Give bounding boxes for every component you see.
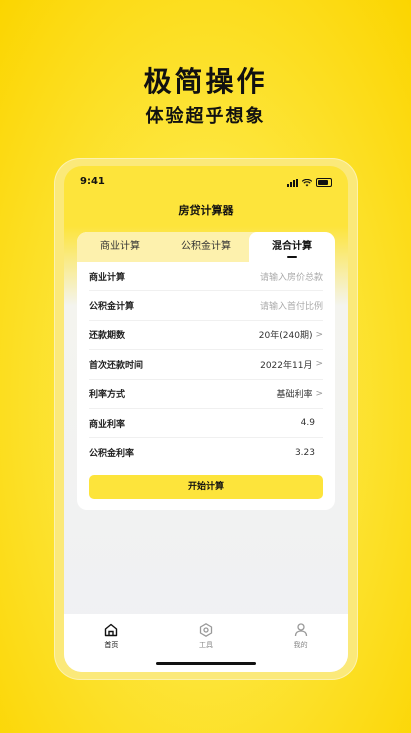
row-repayment-periods[interactable]: 还款期数 20年(240期) >	[89, 321, 323, 351]
first-payment-date-value: 2022年11月	[260, 360, 313, 371]
tabbar-item-tools[interactable]: 工具	[176, 622, 236, 650]
home-icon	[105, 623, 118, 637]
tools-icon	[199, 623, 213, 637]
promo-headline: 极简操作	[143, 65, 268, 98]
signal-icon	[287, 179, 298, 187]
status-time: 9:41	[80, 176, 105, 187]
phone-screen: 9:41 房贷计算器 商业计算 公积金计算 混合计算 商业计算 请输入房价总款	[64, 166, 348, 672]
provident-rate-input[interactable]: 3.23	[295, 448, 323, 458]
row-commercial-rate[interactable]: 商业利率 4.9	[89, 409, 323, 439]
tabbar-item-home[interactable]: 首页	[81, 622, 141, 650]
row-value: 20年(240期) >	[258, 328, 323, 342]
row-label: 公积金计算	[89, 302, 135, 313]
row-value: 2022年11月 >	[260, 358, 323, 371]
tab-commercial[interactable]: 商业计算	[77, 232, 163, 262]
tabbar-label: 工具	[198, 641, 213, 649]
form-rows: 商业计算 请输入房价总款 公积金计算 请输入首付比例 还款期数 20年(240期…	[77, 262, 335, 467]
tab-combined[interactable]: 混合计算	[249, 232, 335, 262]
bottom-tab-bar: 首页 工具 我的	[64, 614, 348, 672]
row-label: 还款期数	[89, 331, 126, 342]
tabbar-item-profile[interactable]: 我的	[271, 622, 331, 650]
home-indicator	[156, 662, 256, 665]
repayment-periods-value: 20年(240期)	[258, 331, 313, 342]
row-label: 商业利率	[89, 419, 126, 430]
calc-tabs: 商业计算 公积金计算 混合计算	[77, 232, 335, 262]
battery-icon	[316, 178, 332, 187]
row-provident-amount[interactable]: 公积金计算 请输入首付比例	[89, 291, 323, 321]
row-label: 商业计算	[89, 272, 126, 283]
house-price-input[interactable]: 请输入房价总款	[260, 270, 323, 283]
row-commercial-amount[interactable]: 商业计算 请输入房价总款	[89, 262, 323, 292]
chevron-right-icon: >	[315, 388, 323, 399]
tabbar-label: 首页	[104, 641, 119, 649]
profile-icon	[294, 623, 307, 637]
calculator-card: 商业计算 公积金计算 混合计算 商业计算 请输入房价总款 公积金计算 请输入首付…	[77, 232, 335, 510]
app-title: 房贷计算器	[178, 204, 234, 217]
status-bar: 9:41	[80, 176, 332, 190]
tabbar-label: 我的	[293, 641, 308, 649]
chevron-right-icon: >	[315, 329, 323, 340]
row-label: 利率方式	[89, 390, 126, 401]
row-provident-rate[interactable]: 公积金利率 3.23	[89, 438, 323, 466]
row-first-payment-date[interactable]: 首次还款时间 2022年11月 >	[89, 350, 323, 380]
tab-provident-fund[interactable]: 公积金计算	[163, 232, 249, 262]
start-calculation-button[interactable]: 开始计算	[89, 475, 323, 499]
chevron-right-icon: >	[315, 359, 323, 370]
row-rate-method[interactable]: 利率方式 基础利率 >	[89, 380, 323, 409]
down-payment-input[interactable]: 请输入首付比例	[260, 299, 323, 312]
promo-subhead: 体验超乎想象	[145, 106, 266, 127]
commercial-rate-input[interactable]: 4.9	[301, 418, 323, 428]
rate-method-value: 基础利率	[276, 390, 313, 401]
status-icons	[287, 178, 332, 187]
row-value: 基础利率 >	[276, 387, 323, 401]
wifi-icon	[302, 179, 312, 187]
row-label: 首次还款时间	[89, 360, 144, 371]
row-label: 公积金利率	[89, 449, 135, 460]
